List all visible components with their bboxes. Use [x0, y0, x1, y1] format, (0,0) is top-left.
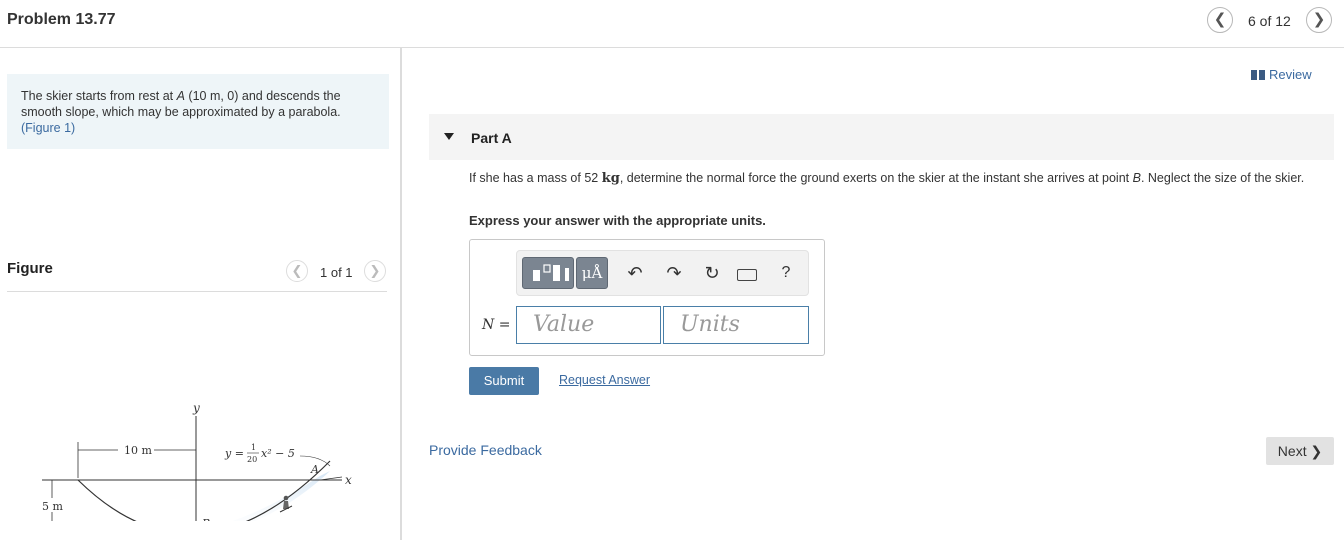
answer-box: μÅ ↶ ↷ ↻ ? N = Value Units — [469, 239, 825, 356]
equation-denominator: 20 — [247, 455, 257, 464]
question-part-3: . Neglect the size of the skier. — [1140, 171, 1305, 185]
figure-counter: 1 of 1 — [320, 265, 353, 280]
problem-counter: 6 of 12 — [1248, 13, 1291, 29]
equals-sign: = — [494, 317, 511, 333]
answer-instructions: Express your answer with the appropriate… — [469, 213, 766, 228]
x-axis-label: x — [345, 473, 352, 487]
skier-parabola-diagram: y x 10 m 5 m A B y = 1 20 x² − 5 — [42, 401, 352, 521]
question-part-1: If she has a mass of 52 — [469, 171, 602, 185]
review-link[interactable]: Review — [1251, 67, 1312, 82]
chevron-right-icon: ❯ — [1312, 11, 1326, 28]
help-icon[interactable]: ? — [775, 264, 797, 282]
equation-lhs: y = — [224, 447, 244, 460]
caret-down-icon — [444, 133, 454, 140]
intro-text: The skier starts from rest at — [21, 89, 177, 103]
variable-label: N = — [482, 317, 510, 333]
submit-button[interactable]: Submit — [469, 367, 539, 395]
next-problem-button[interactable]: ❯ — [1306, 7, 1332, 33]
figure-link[interactable]: (Figure 1) — [21, 121, 75, 135]
question-text: If she has a mass of 52 kg, determine th… — [469, 170, 1319, 187]
question-unit: kg — [601, 171, 620, 186]
request-answer-link[interactable]: Request Answer — [559, 373, 650, 387]
point-b-label: B — [201, 517, 210, 521]
chevron-left-icon: ❮ — [291, 263, 303, 278]
variable-name: N — [482, 317, 495, 333]
math-toolbar: μÅ ↶ ↷ ↻ ? — [516, 250, 809, 296]
units-button[interactable]: μÅ — [576, 257, 608, 289]
height-dimension-label: 5 m — [42, 500, 63, 513]
previous-problem-button[interactable]: ❮ — [1207, 7, 1233, 33]
book-icon — [1251, 70, 1265, 80]
next-button[interactable]: Next ❯ — [1266, 437, 1334, 465]
figure-label: Figure — [7, 260, 53, 277]
snow-shading — [232, 471, 330, 521]
equation-numerator: 1 — [251, 443, 256, 452]
header-bar: Problem 13.77 ❮ 6 of 12 ❯ — [0, 0, 1344, 48]
figure-next-button[interactable]: ❯ — [364, 260, 386, 282]
intro-point: A — [176, 89, 185, 103]
y-axis-label: y — [192, 401, 200, 415]
parabola-curve — [77, 460, 331, 521]
question-point: B — [1132, 171, 1141, 185]
figure-prev-button[interactable]: ❮ — [286, 260, 308, 282]
reset-icon[interactable]: ↻ — [701, 263, 723, 284]
problem-title: Problem 13.77 — [7, 11, 116, 28]
problem-intro: The skier starts from rest at A (10 m, 0… — [7, 74, 389, 149]
keyboard-icon[interactable] — [737, 269, 757, 281]
review-label: Review — [1269, 67, 1312, 82]
provide-feedback-link[interactable]: Provide Feedback — [429, 442, 542, 458]
chevron-left-icon: ❮ — [1213, 11, 1227, 28]
part-a-header[interactable]: Part A — [429, 114, 1334, 160]
point-a-label: A — [310, 463, 319, 476]
figure-divider — [7, 291, 387, 292]
units-input[interactable]: Units — [663, 306, 809, 344]
templates-button[interactable] — [522, 257, 574, 289]
value-input[interactable]: Value — [516, 306, 661, 344]
redo-icon[interactable]: ↷ — [663, 263, 685, 284]
undo-icon[interactable]: ↶ — [624, 263, 646, 284]
chevron-right-icon: ❯ — [369, 263, 381, 278]
equation-rest: x² − 5 — [261, 447, 295, 460]
question-part-2: , determine the normal force the ground … — [619, 171, 1133, 185]
part-title: Part A — [471, 130, 512, 146]
width-dimension-label: 10 m — [124, 444, 152, 457]
templates-icon — [533, 264, 569, 281]
left-column: The skier starts from rest at A (10 m, 0… — [0, 48, 402, 540]
